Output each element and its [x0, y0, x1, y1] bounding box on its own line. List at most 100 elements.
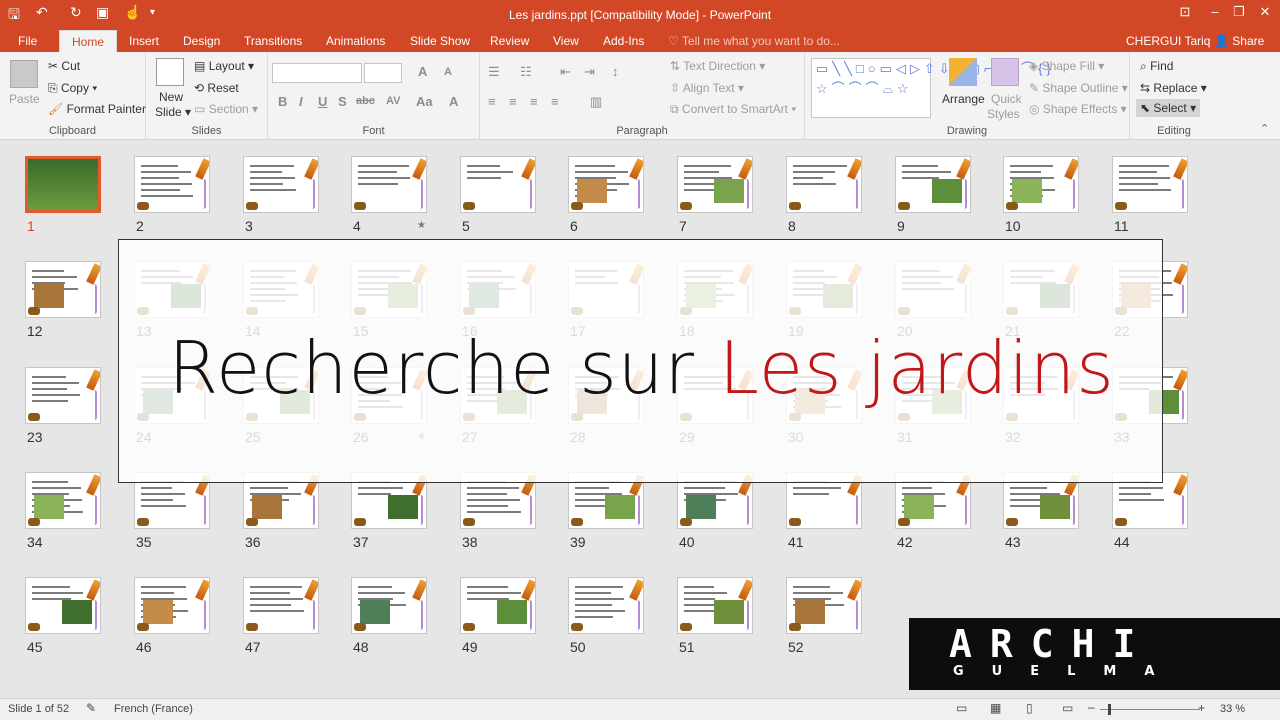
slide-number: 42 [897, 534, 913, 550]
shape-effects-button[interactable]: ◎ Shape Effects ▾ [1029, 102, 1127, 116]
slide-thumbnail[interactable] [351, 577, 427, 634]
tab-design[interactable]: Design [183, 34, 220, 48]
tab-review[interactable]: Review [490, 34, 529, 48]
align-text-button[interactable]: ⇳ Align Text ▾ [670, 81, 744, 95]
tab-file[interactable]: File [18, 34, 37, 48]
reset-button[interactable]: ⟲ Reset [194, 81, 239, 95]
shadow-button[interactable]: S [338, 94, 347, 109]
underline-button[interactable]: U [318, 94, 327, 109]
slideshow-view-icon[interactable]: ▭ [1062, 701, 1073, 715]
font-color-button[interactable]: A [449, 94, 458, 109]
bold-button[interactable]: B [278, 94, 287, 109]
arrange-button[interactable]: Arrange [942, 92, 985, 106]
line-spacing-icon[interactable]: ↕ [612, 64, 619, 79]
format-painter-button[interactable]: 🖌 Format Painter [48, 102, 146, 116]
select-button[interactable]: ⬉ Select ▾ [1136, 99, 1201, 117]
slide-thumbnail[interactable] [786, 156, 862, 213]
collapse-ribbon-icon[interactable]: ⌃ [1260, 122, 1269, 135]
tab-animations[interactable]: Animations [326, 34, 385, 48]
normal-view-icon[interactable]: ▭ [956, 701, 967, 715]
slide-thumbnail[interactable] [243, 156, 319, 213]
align-right-icon[interactable]: ≡ [530, 94, 538, 109]
slide-counter[interactable]: Slide 1 of 52 [8, 703, 69, 715]
paste-button[interactable]: Paste [9, 92, 40, 106]
slide-thumbnail[interactable] [25, 367, 101, 424]
zoom-out-icon[interactable]: – [1088, 700, 1095, 714]
slide-thumbnail[interactable] [134, 577, 210, 634]
slide-thumbnail[interactable] [460, 156, 536, 213]
tab-insert[interactable]: Insert [129, 34, 159, 48]
tab-slide-show[interactable]: Slide Show [410, 34, 470, 48]
slide-thumbnail[interactable] [677, 156, 753, 213]
tab-transitions[interactable]: Transitions [244, 34, 302, 48]
columns-icon[interactable]: ▥ [590, 94, 602, 110]
align-left-icon[interactable]: ≡ [488, 94, 496, 109]
layout-button[interactable]: ▤ Layout ▾ [194, 59, 254, 73]
tell-me-box[interactable]: ♡ Tell me what you want to do... [668, 34, 840, 48]
replace-button[interactable]: ⇆ Replace ▾ [1140, 81, 1207, 95]
close-button[interactable]: ✕ [1250, 4, 1280, 20]
new-slide-label-2[interactable]: Slide ▾ [155, 105, 191, 119]
slide-thumbnail[interactable] [1112, 156, 1188, 213]
char-spacing-button[interactable]: AV [386, 95, 400, 107]
ribbon-display-icon[interactable]: ⊡ [1170, 4, 1200, 20]
tab-view[interactable]: View [553, 34, 579, 48]
text-direction-button[interactable]: ⇅ Text Direction ▾ [670, 59, 765, 73]
justify-icon[interactable]: ≡ [551, 94, 559, 109]
decrease-indent-icon[interactable]: ⇤ [560, 64, 571, 80]
share-button[interactable]: 👤 Share [1214, 34, 1264, 48]
slide-thumbnail[interactable] [568, 156, 644, 213]
new-slide-label-1[interactable]: New [159, 90, 183, 104]
numbering-icon[interactable]: ☷ [520, 64, 532, 80]
font-name-field[interactable] [272, 63, 362, 83]
italic-button[interactable]: I [299, 94, 303, 109]
increase-indent-icon[interactable]: ⇥ [584, 64, 595, 80]
shape-outline-button[interactable]: ✎ Shape Outline ▾ [1029, 81, 1128, 95]
font-size-field[interactable] [364, 63, 402, 83]
slide-thumbnail[interactable] [786, 577, 862, 634]
zoom-in-icon[interactable]: + [1198, 701, 1205, 715]
user-name[interactable]: CHERGUI Tariq [1126, 34, 1210, 48]
reading-view-icon[interactable]: ▯ [1026, 701, 1033, 715]
photo [497, 600, 527, 624]
new-slide-icon[interactable] [156, 58, 184, 86]
align-center-icon[interactable]: ≡ [509, 94, 517, 109]
convert-smartart-button[interactable]: ⧉ Convert to SmartArt ▾ [670, 102, 796, 117]
bullets-icon[interactable]: ☰ [488, 64, 500, 80]
cut-button[interactable]: ✂ Cut [48, 59, 80, 73]
arrange-icon[interactable] [949, 58, 977, 86]
language[interactable]: French (France) [114, 703, 193, 715]
paste-icon[interactable] [10, 60, 38, 88]
quick-styles-label-1[interactable]: Quick [991, 92, 1022, 106]
tab-home[interactable]: Home [59, 30, 118, 53]
shapes-gallery[interactable]: ▭╲╲□○▭◁▷⇧⇩△▢⌐⌐◇⌒{}☆⌒⌒⌒⌓☆ [811, 58, 1051, 118]
slide-thumbnail[interactable] [677, 577, 753, 634]
slide-thumbnail[interactable] [460, 577, 536, 634]
shrink-font-icon[interactable]: A [444, 66, 452, 78]
section-button[interactable]: ▭ Section ▾ [194, 102, 258, 116]
slide-thumbnail[interactable] [25, 261, 101, 318]
strikethrough-button[interactable]: abc [356, 95, 375, 107]
zoom-slider-track[interactable] [1100, 709, 1200, 710]
slide-thumbnail[interactable] [895, 156, 971, 213]
find-button[interactable]: ⌕ Find [1140, 59, 1173, 74]
grow-font-icon[interactable]: A [418, 64, 427, 79]
slide-thumbnail[interactable] [243, 577, 319, 634]
copy-button[interactable]: ⎘ Copy ▾ [48, 81, 97, 96]
slide-thumbnail[interactable] [25, 156, 101, 213]
zoom-slider-thumb[interactable] [1108, 704, 1111, 715]
change-case-button[interactable]: Aa [416, 94, 433, 109]
slide-sorter-view-icon[interactable]: ▦ [990, 701, 1001, 715]
slide-thumbnail[interactable] [134, 156, 210, 213]
slide-thumbnail[interactable] [351, 156, 427, 213]
slide-thumbnail[interactable] [25, 577, 101, 634]
shape-fill-button[interactable]: ◈ Shape Fill ▾ [1029, 59, 1104, 73]
slide-thumbnail[interactable] [568, 577, 644, 634]
tab-add-ins[interactable]: Add-Ins [603, 34, 644, 48]
quick-styles-icon[interactable] [991, 58, 1019, 86]
zoom-level[interactable]: 33 % [1220, 703, 1245, 715]
quick-styles-label-2[interactable]: Styles [987, 107, 1020, 121]
slide-thumbnail[interactable] [25, 472, 101, 529]
slide-thumbnail[interactable] [1003, 156, 1079, 213]
spellcheck-icon[interactable]: ✎ [86, 701, 96, 715]
